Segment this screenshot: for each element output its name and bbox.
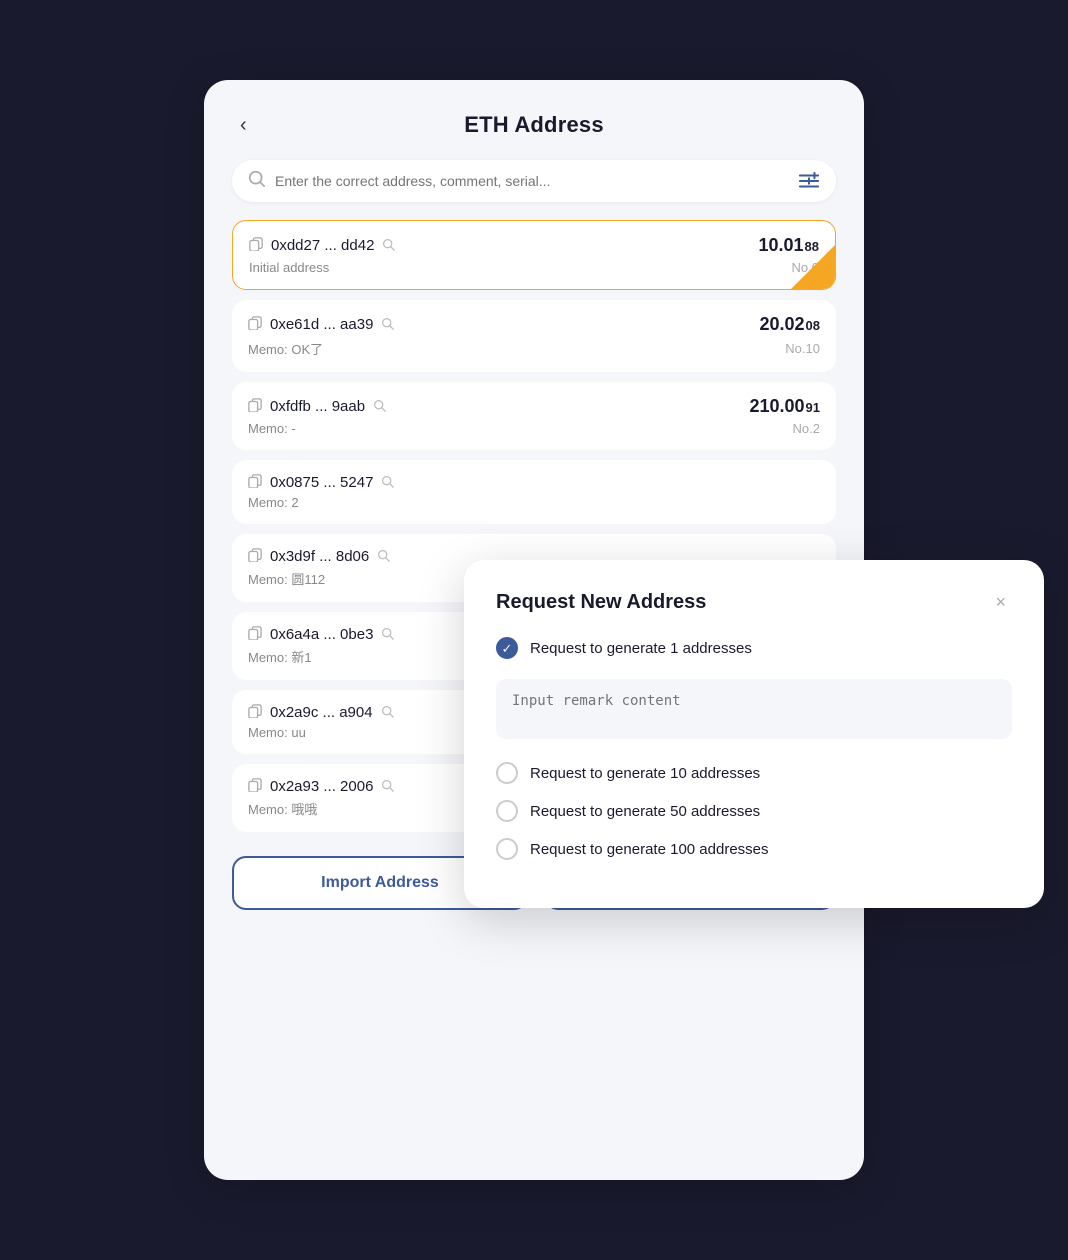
- address-search-icon[interactable]: [381, 779, 394, 795]
- address-value: 0x6a4a ... 0be3: [270, 626, 373, 643]
- radio-option-2[interactable]: Request to generate 10 addresses: [496, 762, 1012, 784]
- memo-text: Memo: 哦哦: [248, 799, 317, 818]
- address-value: 0xdd27 ... dd42: [271, 237, 374, 254]
- radio-label-4: Request to generate 100 addresses: [530, 841, 769, 858]
- copy-icon[interactable]: [248, 398, 262, 415]
- memo-text: Memo: 新1: [248, 647, 312, 666]
- modal-title: Request New Address: [496, 591, 706, 614]
- selected-badge: [791, 245, 835, 289]
- address-search-icon[interactable]: [381, 627, 394, 643]
- radio-option-4[interactable]: Request to generate 100 addresses: [496, 838, 1012, 860]
- address-item[interactable]: 0x0875 ... 5247 Memo: 2: [232, 460, 836, 524]
- memo-text: Initial address: [249, 260, 329, 275]
- amount-main: 20.02: [759, 314, 804, 335]
- amount-main: 210.00: [749, 396, 804, 417]
- search-icon: [248, 170, 265, 192]
- copy-icon[interactable]: [248, 548, 262, 565]
- copy-icon[interactable]: [248, 704, 262, 721]
- main-card: ‹ ETH Address: [204, 80, 864, 1180]
- modal-close-button[interactable]: ×: [989, 590, 1012, 615]
- radio-label-2: Request to generate 10 addresses: [530, 765, 760, 782]
- no-label: No.10: [785, 341, 820, 356]
- address-value: 0xfdfb ... 9aab: [270, 398, 365, 415]
- address-search-icon[interactable]: [382, 238, 395, 254]
- address-search-icon[interactable]: [381, 705, 394, 721]
- copy-icon[interactable]: [248, 778, 262, 795]
- radio-circle-3: [496, 800, 518, 822]
- radio-circle-1: ✓: [496, 637, 518, 659]
- amount-decimal: 91: [806, 400, 820, 415]
- memo-text: Memo: OK了: [248, 339, 323, 358]
- address-item[interactable]: 0xfdfb ... 9aab 210.00 91 Memo: - No.2: [232, 382, 836, 450]
- address-value: 0x0875 ... 5247: [270, 474, 373, 491]
- memo-text: Memo: uu: [248, 725, 306, 740]
- radio-label-3: Request to generate 50 addresses: [530, 803, 760, 820]
- copy-icon[interactable]: [248, 474, 262, 491]
- request-new-address-modal: Request New Address × ✓ Request to gener…: [464, 560, 1044, 908]
- filter-button[interactable]: [798, 171, 820, 191]
- address-search-icon[interactable]: [381, 317, 394, 333]
- address-value: 0x3d9f ... 8d06: [270, 548, 369, 565]
- amount-decimal: 08: [806, 318, 820, 333]
- address-item[interactable]: 0xdd27 ... dd42 10.01 88 Initial address…: [232, 220, 836, 290]
- modal-header: Request New Address ×: [496, 590, 1012, 615]
- page-title: ETH Address: [464, 112, 604, 138]
- check-icon: ✓: [502, 642, 513, 655]
- address-item[interactable]: 0xe61d ... aa39 20.02 08 Memo: OK了 No.10: [232, 300, 836, 372]
- address-value: 0x2a93 ... 2006: [270, 778, 373, 795]
- copy-icon[interactable]: [248, 626, 262, 643]
- search-input[interactable]: [275, 173, 798, 189]
- back-button[interactable]: ‹: [232, 110, 255, 141]
- radio-circle-2: [496, 762, 518, 784]
- address-search-icon[interactable]: [377, 549, 390, 565]
- address-search-icon[interactable]: [373, 399, 386, 415]
- address-search-icon[interactable]: [381, 475, 394, 491]
- memo-text: Memo: -: [248, 421, 296, 436]
- remark-input[interactable]: [496, 679, 1012, 739]
- address-value: 0x2a9c ... a904: [270, 704, 373, 721]
- radio-option-1[interactable]: ✓ Request to generate 1 addresses: [496, 637, 1012, 659]
- copy-icon[interactable]: [248, 316, 262, 333]
- page-header: ‹ ETH Address: [232, 112, 836, 138]
- no-label: No.2: [793, 421, 820, 436]
- search-bar: [232, 160, 836, 202]
- memo-text: Memo: 2: [248, 495, 299, 510]
- address-value: 0xe61d ... aa39: [270, 316, 373, 333]
- memo-text: Memo: 圆112: [248, 569, 325, 588]
- radio-option-3[interactable]: Request to generate 50 addresses: [496, 800, 1012, 822]
- copy-icon[interactable]: [249, 237, 263, 254]
- radio-circle-4: [496, 838, 518, 860]
- radio-label-1: Request to generate 1 addresses: [530, 640, 752, 657]
